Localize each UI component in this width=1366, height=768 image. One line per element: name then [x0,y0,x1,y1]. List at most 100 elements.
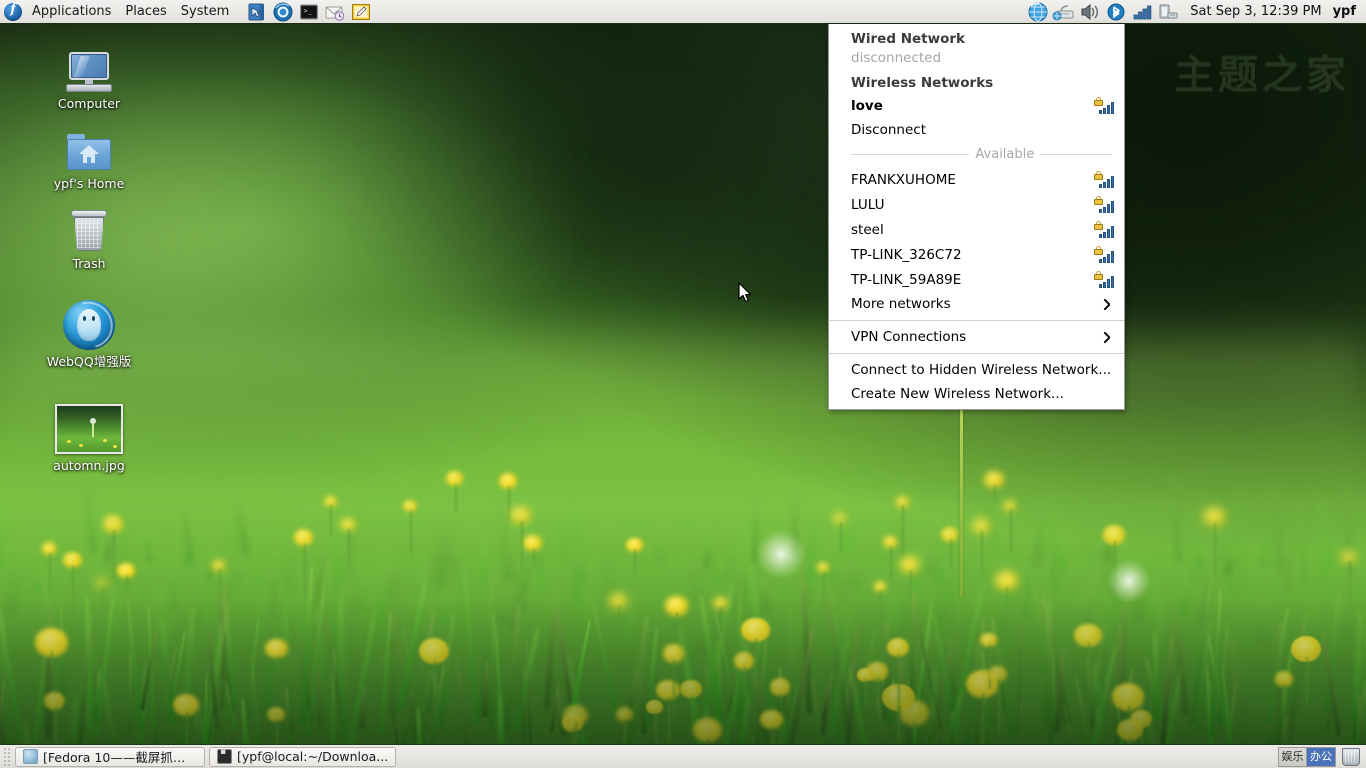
network-ssid-label: steel [851,222,884,238]
desktop-icon-label: Trash [34,256,144,271]
separator-line-left [851,154,969,155]
menu-item-network[interactable]: LULU [829,192,1124,217]
menu-item-create-new[interactable]: Create New Wireless Network... [829,382,1124,406]
create-new-label: Create New Wireless Network... [851,386,1064,402]
wired-network-heading: Wired Network [829,27,1124,49]
menu-item-network[interactable]: TP-LINK_59A89E [829,267,1124,292]
flower-stem [981,531,983,574]
wallpaper-haze [0,338,1366,538]
menu-divider [829,353,1124,354]
workspace-office[interactable]: 办公 [1307,748,1335,766]
menu-item-network[interactable]: steel [829,217,1124,242]
flower-stem [455,484,457,513]
wired-network-icon[interactable] [1052,1,1076,23]
wireless-networks-heading: Wireless Networks [829,71,1124,93]
wallpaper-dandelion [1108,560,1150,602]
menu-divider [829,320,1124,321]
taskbar-button-browser[interactable]: [Fedora 10——截屏抓图… [15,747,205,767]
terminal-launcher[interactable]: >_ [298,1,320,23]
workspace-switcher: 娱乐 办公 [1278,747,1336,767]
globe-network-icon[interactable] [1026,1,1050,23]
desktop-icon-label: automn.jpg [34,458,144,473]
home-folder-icon [34,120,144,172]
applications-menu[interactable]: Applications [25,1,118,23]
user-menu[interactable]: ypf [1331,4,1366,19]
wifi-signal-secured-icon [1094,97,1114,114]
panel-grip[interactable] [3,747,11,767]
flower-stem [950,539,952,568]
file-manager-launcher[interactable] [246,1,268,23]
wifi-signal-secured-icon [1094,171,1114,188]
image-thumbnail-icon [34,402,144,454]
signal-bars-icon [1099,226,1114,238]
network-ssid-label: TP-LINK_59A89E [851,272,961,288]
signal-bars-icon [1099,102,1114,114]
places-menu[interactable]: Places [118,1,173,23]
separator-line-right [1040,154,1112,155]
svg-text:>_: >_ [304,7,313,15]
web-browser-launcher[interactable] [272,1,294,23]
network-manager-menu: Wired Network disconnected Wireless Netw… [828,24,1125,410]
flower-stem [994,485,996,504]
printer-icon[interactable] [1156,1,1180,23]
terminal-window-icon [217,749,232,764]
text-editor-launcher[interactable] [350,1,372,23]
top-panel: Applications Places System >_ [0,0,1366,24]
flower-stem [113,530,115,580]
grass-blade [1197,534,1201,568]
menu-item-connected-network[interactable]: love [829,93,1124,118]
menu-item-disconnect[interactable]: Disconnect [829,118,1124,142]
webqq-icon [34,298,144,350]
desktop-icon-image[interactable]: automn.jpg [34,402,144,473]
available-networks-list: FRANKXUHOME LULU steel TP-LINK_326C72 TP-LIN… [829,167,1124,292]
computer-icon [34,40,144,92]
wired-network-status: disconnected [829,49,1124,71]
desktop-icon-label: Computer [34,96,144,111]
wallpaper-watermark: 主题之家 [1174,42,1350,100]
vpn-connections-label: VPN Connections [851,329,966,345]
signal-bars-icon [1099,251,1114,263]
volume-icon[interactable] [1078,1,1102,23]
wifi-signal-secured-icon [1094,196,1114,213]
wifi-signal-secured-icon [1094,246,1114,263]
desktop-icon-trash[interactable]: Trash [34,200,144,271]
email-launcher[interactable] [324,1,346,23]
web-window-icon [23,749,38,764]
clock[interactable]: Sat Sep 3, 12:39 PM [1181,4,1330,19]
network-ssid-label: TP-LINK_326C72 [851,247,962,263]
flower-stem [348,529,350,565]
flower-stem [533,548,535,566]
desktop-icon-webqq[interactable]: WebQQ增强版 [34,298,144,369]
flower-stem [521,521,523,572]
menu-item-vpn-connections[interactable]: VPN Connections [829,325,1124,349]
taskbar-button-terminal[interactable]: [ypf@local:~/Downloa... [209,747,396,767]
fedora-logo-icon[interactable] [4,3,22,21]
menu-item-connect-hidden[interactable]: Connect to Hidden Wireless Network... [829,358,1124,382]
wifi-signal-secured-icon [1094,271,1114,288]
flower-stem [890,546,892,580]
trash-applet-icon[interactable] [1342,748,1360,766]
workspace-entertainment[interactable]: 娱乐 [1279,748,1307,766]
connected-network-label: love [851,98,883,114]
taskbar-button-label: [Fedora 10——截屏抓图… [43,747,197,766]
desktop-icon-label: ypf's Home [34,176,144,191]
desktop-icon-home[interactable]: ypf's Home [34,120,144,191]
chevron-right-icon [1102,297,1114,311]
signal-bars-icon [1099,176,1114,188]
bluetooth-icon[interactable] [1104,1,1128,23]
system-menu[interactable]: System [174,1,236,23]
flower-stem [49,553,51,594]
signal-bars-icon [1099,276,1114,288]
desktop-wallpaper: 主题之家 [0,0,1366,768]
wireless-signal-icon[interactable] [1130,1,1154,23]
wallpaper-bottom-shade [0,599,1366,768]
menu-item-network[interactable]: FRANKXUHOME [829,167,1124,192]
flower-stem [1214,523,1216,579]
desktop-icon-computer[interactable]: Computer [34,40,144,111]
more-networks-label: More networks [851,296,951,312]
menu-item-network[interactable]: TP-LINK_326C72 [829,242,1124,267]
network-ssid-label: LULU [851,197,884,213]
menu-item-more-networks[interactable]: More networks [829,292,1124,316]
desktop-screen: 主题之家 Applications Places System >_ [0,0,1366,768]
connect-hidden-label: Connect to Hidden Wireless Network... [851,362,1111,378]
